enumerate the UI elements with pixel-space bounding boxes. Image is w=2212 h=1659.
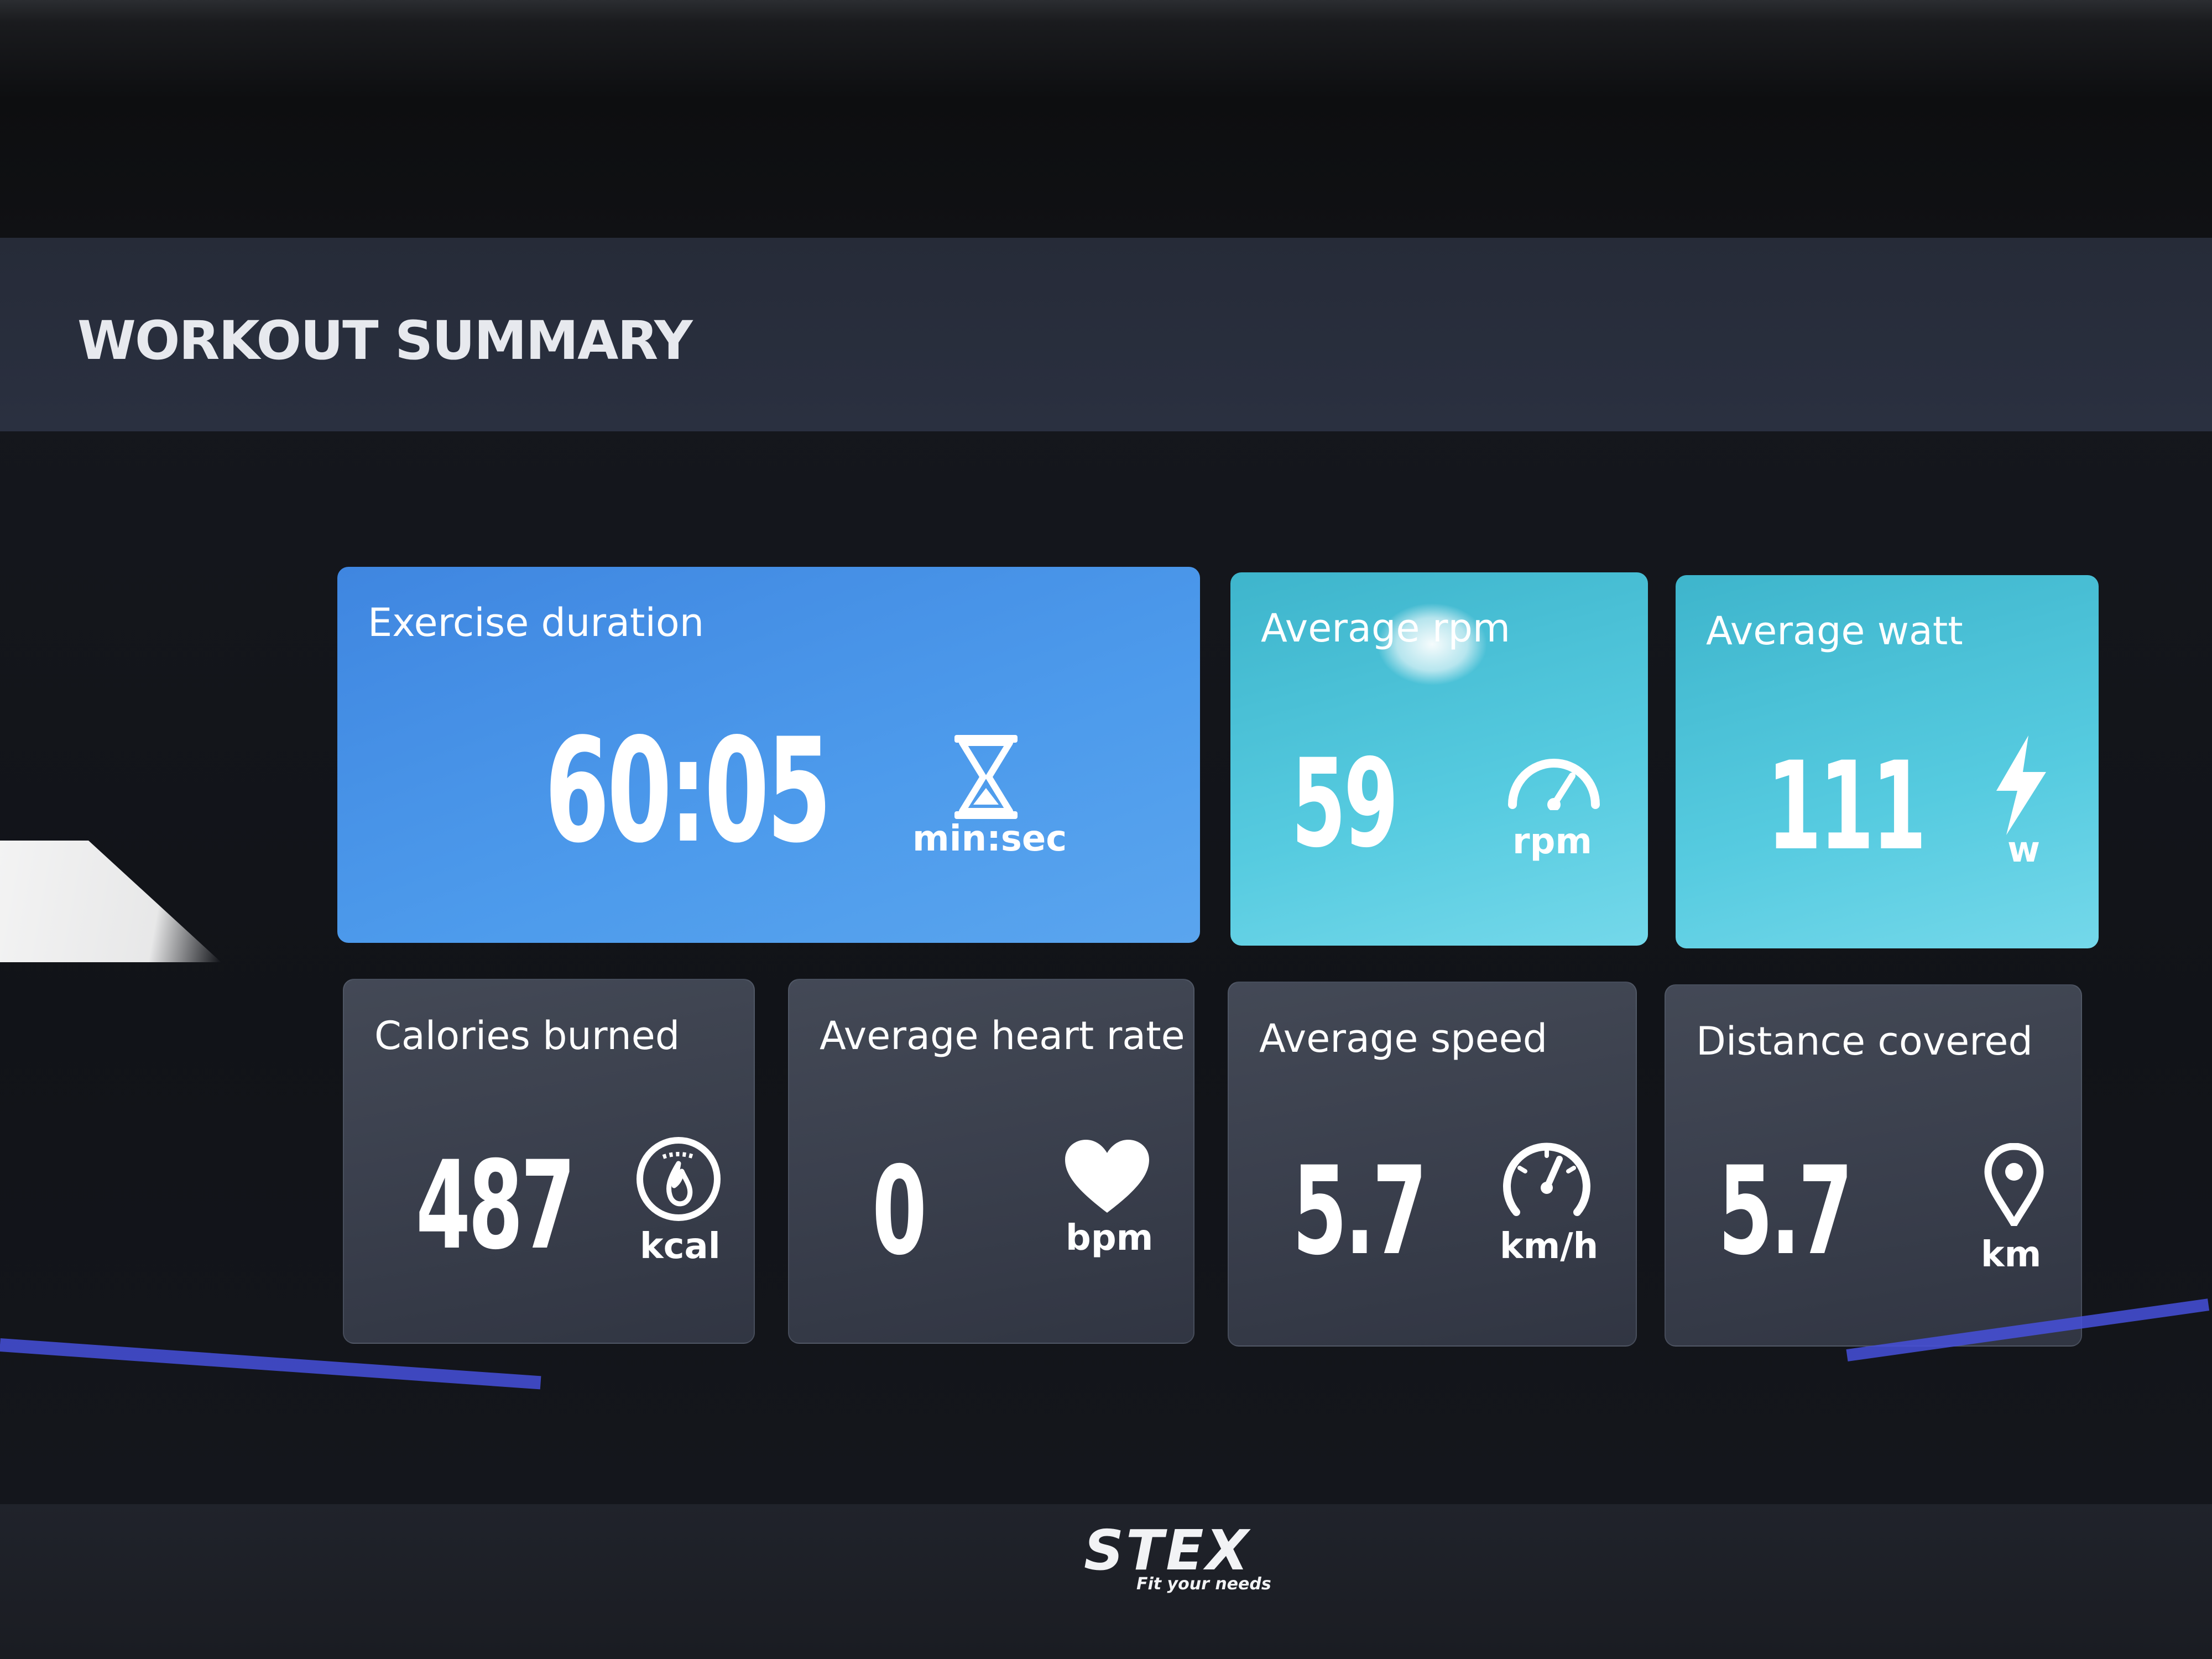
distance-covered-label: Distance covered <box>1696 1019 2033 1064</box>
average-rpm-label: Average rpm <box>1261 606 1511 651</box>
calories-burned-label: Calories burned <box>374 1013 680 1058</box>
exercise-duration-unit: min:sec <box>912 818 1067 859</box>
average-speed-tile[interactable]: Average speed 5.7 km/h <box>1228 982 1637 1347</box>
location-pin-icon <box>1984 1143 2044 1226</box>
average-heart-rate-tile[interactable]: Average heart rate 0 bpm <box>788 979 1194 1344</box>
distance-covered-tile[interactable]: Distance covered 5.7 km <box>1665 984 2082 1347</box>
lightning-icon <box>1996 735 2046 835</box>
distance-covered-value: 5.7 <box>1718 1140 1853 1282</box>
brand-logo: STEX Fit your needs <box>1084 1518 1322 1601</box>
gauge-icon <box>1508 759 1600 810</box>
exercise-duration-tile[interactable]: Exercise duration 60:05 min:sec <box>337 567 1200 943</box>
distance-covered-unit: km <box>1981 1234 2042 1275</box>
average-watt-unit: w <box>2007 830 2041 870</box>
average-rpm-tile[interactable]: Average rpm 59 rpm <box>1230 572 1648 946</box>
average-watt-tile[interactable]: Average watt 111 w <box>1676 575 2099 948</box>
calories-burned-unit: kcal <box>640 1226 721 1267</box>
exercise-duration-value: 60:05 <box>545 708 832 875</box>
average-rpm-value: 59 <box>1291 733 1399 874</box>
hourglass-icon <box>954 735 1018 819</box>
device-bezel <box>0 0 2212 238</box>
screen <box>0 238 2212 1659</box>
average-watt-value: 111 <box>1767 735 1927 877</box>
average-rpm-unit: rpm <box>1512 821 1593 862</box>
average-heart-rate-unit: bpm <box>1066 1218 1154 1259</box>
average-heart-rate-label: Average heart rate <box>820 1013 1185 1058</box>
exercise-duration-label: Exercise duration <box>368 600 705 645</box>
calories-burned-tile[interactable]: Calories burned 487 kcal <box>343 979 755 1344</box>
calorie-flame-icon <box>637 1137 721 1221</box>
average-speed-label: Average speed <box>1259 1016 1548 1061</box>
calories-burned-value: 487 <box>416 1135 576 1276</box>
average-speed-value: 5.7 <box>1292 1140 1427 1282</box>
average-watt-label: Average watt <box>1706 608 1963 654</box>
page-title: WORKOUT SUMMARY <box>77 310 693 372</box>
average-heart-rate-value: 0 <box>872 1140 927 1282</box>
brand-tagline: Fit your needs <box>1136 1574 1271 1594</box>
speedometer-icon <box>1503 1142 1590 1216</box>
average-speed-unit: km/h <box>1500 1226 1599 1267</box>
heart-icon <box>1065 1140 1149 1213</box>
brand-name: STEX <box>1084 1518 1251 1583</box>
